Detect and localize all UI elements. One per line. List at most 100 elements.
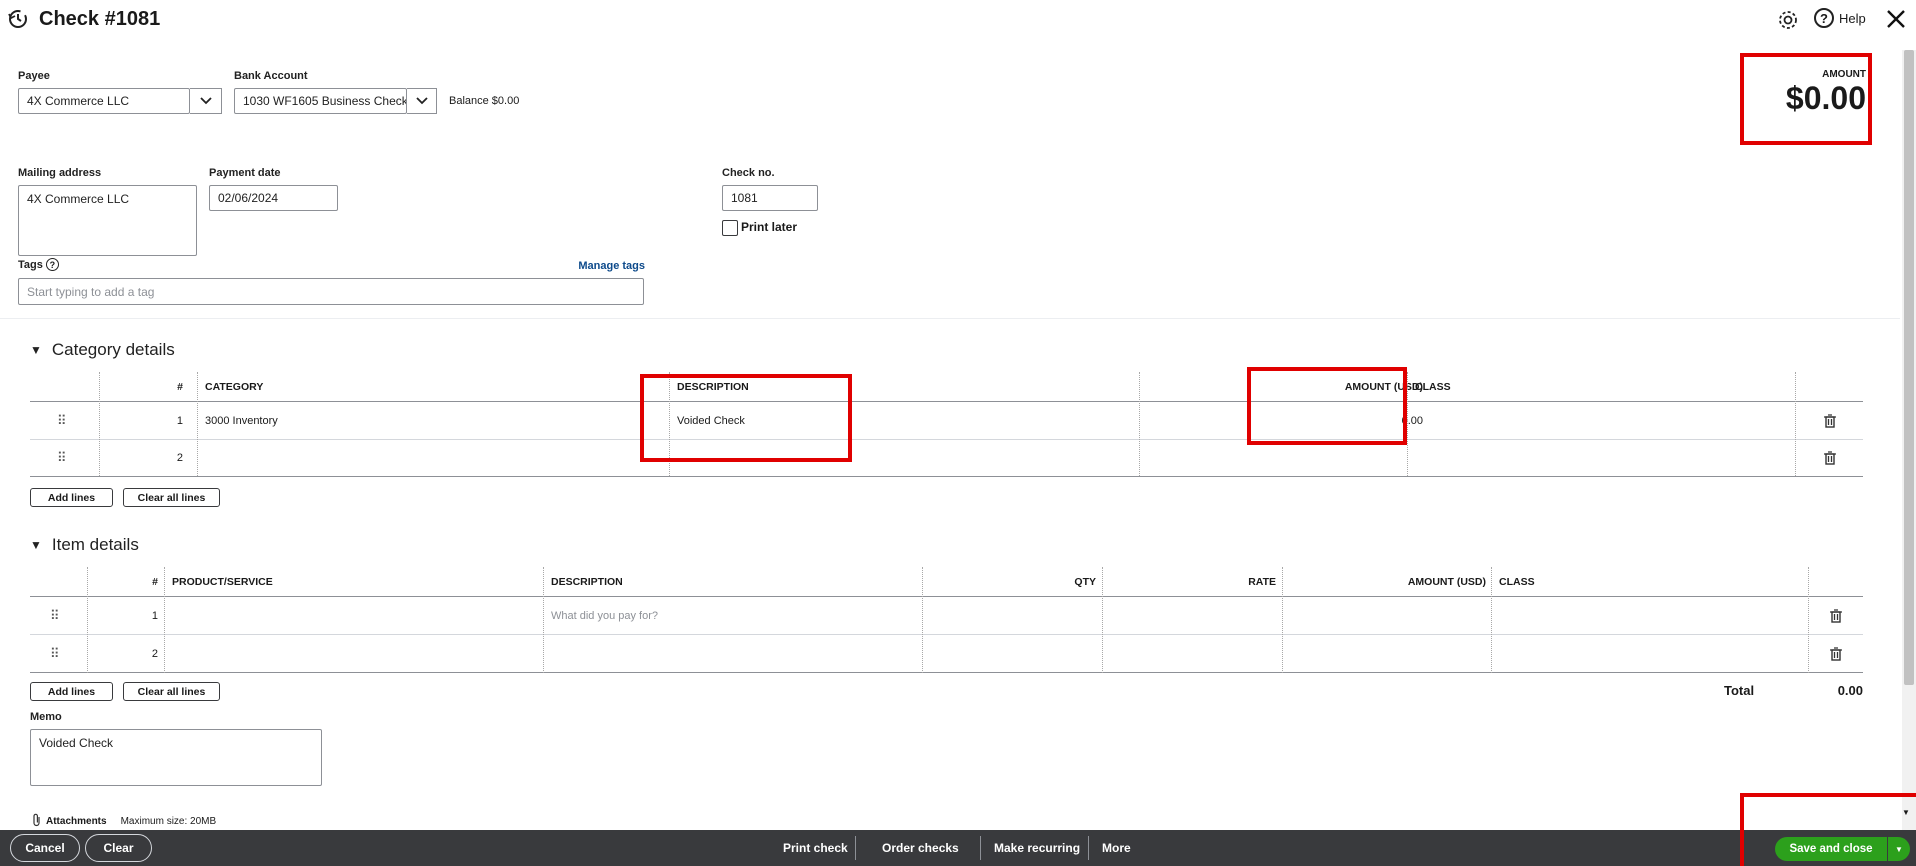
scrollbar-thumb[interactable] (1904, 50, 1914, 685)
item-clear-all-lines-button[interactable]: Clear all lines (123, 682, 220, 701)
manage-tags-link[interactable]: Manage tags (560, 260, 645, 272)
column-header-product-service: PRODUCT/SERVICE (172, 575, 273, 588)
mailing-address-field[interactable]: 4X Commerce LLC (18, 185, 197, 256)
caret-down-icon: ▼ (30, 343, 42, 357)
more-link[interactable]: More (1102, 830, 1131, 866)
page-title: Check #1081 (39, 8, 161, 30)
highlight-box-save (1740, 793, 1916, 866)
amount-value: $0.00 (1785, 80, 1866, 116)
category-add-lines-button[interactable]: Add lines (30, 488, 113, 507)
column-divider (1795, 372, 1796, 476)
column-header-amount: AMOUNT (USD) (1407, 575, 1486, 588)
payee-label: Payee (18, 70, 50, 82)
highlight-box-amount-usd (1247, 367, 1407, 445)
help-icon: ? (1814, 8, 1834, 28)
row-number: 2 (151, 647, 158, 660)
order-checks-link[interactable]: Order checks (882, 830, 959, 866)
column-divider (1491, 567, 1492, 673)
row-number: 1 (176, 414, 183, 427)
trash-icon[interactable] (1823, 635, 1849, 672)
column-divider (99, 372, 100, 476)
tags-label: Tags (18, 258, 43, 271)
column-divider (543, 567, 544, 673)
table-row[interactable]: ⠿ 2 (30, 635, 1863, 673)
help-button[interactable]: ? Help (1814, 8, 1866, 28)
mailing-address-label: Mailing address (18, 167, 102, 179)
trash-icon[interactable] (1817, 440, 1843, 476)
column-header-class: CLASS (1499, 575, 1535, 588)
item-details-table: # PRODUCT/SERVICE DESCRIPTION QTY RATE A… (30, 567, 1863, 673)
column-header-rate: RATE (1248, 575, 1276, 588)
column-divider (87, 567, 88, 673)
footer-separator (855, 836, 856, 860)
total-value: 0.00 (1837, 683, 1863, 698)
payee-dropdown-button[interactable] (190, 88, 222, 114)
caret-down-icon: ▼ (30, 538, 42, 552)
attachments-row[interactable]: Attachments Maximum size: 20MB (32, 813, 216, 830)
check-no-field[interactable]: 1081 (722, 185, 818, 211)
class-cell[interactable] (1408, 402, 1422, 439)
amount-label: AMOUNT (1822, 69, 1866, 80)
bank-account-label: Bank Account (234, 70, 308, 82)
close-icon[interactable] (1885, 8, 1907, 30)
cancel-button[interactable]: Cancel (10, 834, 80, 862)
table-row[interactable]: ⠿ 2 (30, 440, 1863, 477)
item-details-title: Item details (51, 535, 139, 554)
drag-handle-icon[interactable]: ⠿ (50, 402, 73, 439)
category-clear-all-lines-button[interactable]: Clear all lines (123, 488, 220, 507)
description-cell[interactable]: What did you pay for? (544, 597, 665, 634)
product-service-cell[interactable] (165, 635, 543, 672)
check-no-label: Check no. (722, 167, 775, 179)
row-number: 2 (176, 452, 183, 464)
trash-icon[interactable] (1817, 402, 1843, 439)
table-row[interactable]: ⠿ 1 What did you pay for? (30, 597, 1863, 635)
clear-button[interactable]: Clear (85, 834, 152, 862)
column-divider (164, 567, 165, 673)
drag-handle-icon[interactable]: ⠿ (50, 440, 73, 476)
item-add-lines-button[interactable]: Add lines (30, 682, 113, 701)
drag-handle-icon[interactable]: ⠿ (43, 635, 66, 672)
drag-handle-icon[interactable]: ⠿ (43, 597, 66, 634)
gear-icon[interactable] (1777, 9, 1799, 31)
trash-icon[interactable] (1823, 597, 1849, 634)
section-divider (0, 318, 1900, 319)
category-cell[interactable]: 3000 Inventory (198, 402, 285, 439)
footer-separator (980, 836, 981, 860)
history-icon[interactable] (7, 8, 29, 30)
column-divider (922, 567, 923, 673)
amount-cell[interactable] (1139, 440, 1430, 476)
attachments-max-size: Maximum size: 20MB (120, 816, 217, 827)
info-icon[interactable]: ? (45, 258, 59, 271)
footer-separator (1088, 836, 1089, 860)
category-details-table: # CATEGORY DESCRIPTION AMOUNT (USD) CLAS… (30, 372, 1863, 477)
item-details-toggle[interactable]: ▼ Item details (30, 535, 139, 555)
bank-account-field[interactable]: 1030 WF1605 Business Checking (234, 88, 407, 114)
tags-input[interactable]: Start typing to add a tag (18, 278, 644, 305)
print-later-checkbox[interactable] (722, 220, 738, 236)
memo-field[interactable]: Voided Check (30, 729, 322, 786)
product-service-cell[interactable] (165, 597, 543, 634)
payee-field[interactable]: 4X Commerce LLC (18, 88, 190, 114)
category-cell[interactable] (198, 440, 212, 476)
print-later-label[interactable]: Print later (741, 220, 797, 234)
chevron-down-icon (415, 92, 428, 110)
column-divider (1139, 372, 1140, 476)
scrollbar[interactable] (1902, 50, 1916, 830)
column-header-class: CLASS (1415, 380, 1451, 393)
attachments-label: Attachments (46, 816, 107, 827)
total-label: Total (1724, 683, 1755, 698)
category-details-toggle[interactable]: ▼ Category details (30, 340, 175, 360)
column-header-category: CATEGORY (205, 380, 264, 393)
bank-balance: Balance $0.00 (449, 95, 520, 107)
footer-bar: Cancel Clear Print check Order checks Ma… (0, 830, 1916, 866)
print-check-link[interactable]: Print check (783, 830, 848, 866)
payment-date-field[interactable]: 02/06/2024 (209, 185, 338, 211)
bank-account-dropdown-button[interactable] (407, 88, 437, 114)
memo-label: Memo (30, 711, 62, 723)
paperclip-icon (32, 813, 42, 830)
make-recurring-link[interactable]: Make recurring (994, 830, 1080, 866)
payment-date-label: Payment date (209, 167, 281, 179)
table-header-row: # PRODUCT/SERVICE DESCRIPTION QTY RATE A… (30, 567, 1863, 597)
column-header-num: # (152, 575, 158, 588)
table-row[interactable]: ⠿ 1 3000 Inventory Voided Check 0.00 (30, 402, 1863, 440)
